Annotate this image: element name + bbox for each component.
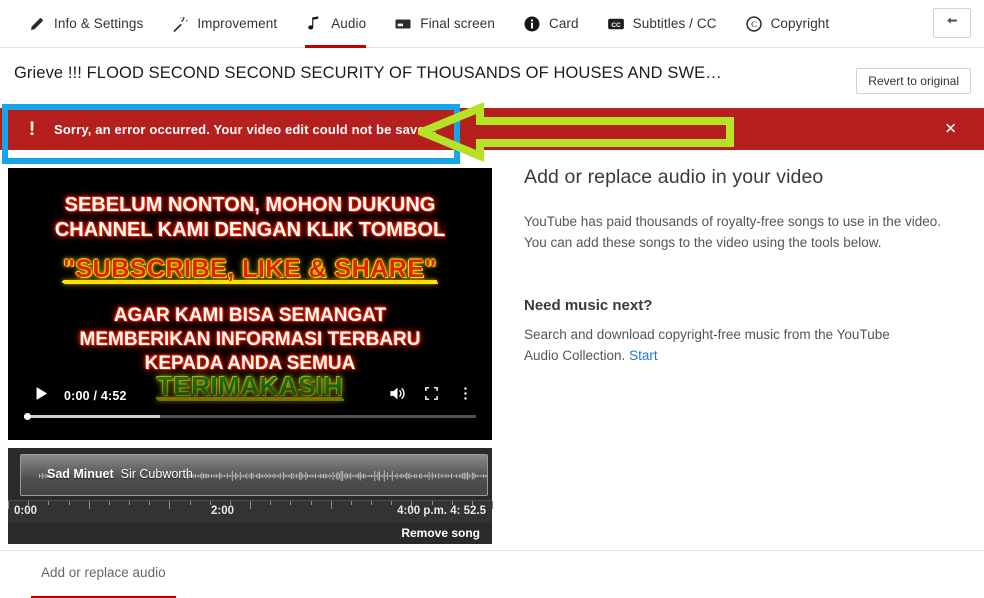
audio-actions-row: Remove song	[8, 522, 492, 544]
back-button[interactable]	[933, 8, 971, 38]
title-row: Grieve !!! FLOOD SECOND SECOND SECURITY …	[0, 48, 984, 106]
copyright-icon: C	[745, 15, 763, 33]
video-player[interactable]: SEBELUM NONTON, MOHON DUKUNG CHANNEL KAM…	[8, 168, 492, 440]
video-overlay-line3: AGAR KAMI BISA SEMANGAT	[113, 305, 387, 326]
audio-editor-page: Info & Settings Improvement Audio Final …	[0, 0, 984, 598]
player-controls: 0:00 / 4:52	[8, 372, 492, 440]
song-title: Sad Minuet	[47, 467, 114, 481]
progress-bar[interactable]	[24, 413, 476, 420]
tab-label: Info & Settings	[54, 16, 144, 31]
cc-icon: CC	[607, 15, 625, 33]
fullscreen-icon	[423, 385, 440, 407]
close-icon[interactable]: ✕	[944, 122, 957, 137]
video-overlay-line4: MEMBERIKAN INFORMASI TERBARU	[79, 329, 421, 350]
bottom-tab-add-replace-audio[interactable]: Add or replace audio	[31, 559, 176, 598]
tab-subtitles-cc[interactable]: CC Subtitles / CC	[593, 0, 731, 48]
bottom-tab-label: Add or replace audio	[41, 565, 166, 580]
tab-label: Subtitles / CC	[632, 16, 717, 31]
error-banner: ! Sorry, an error occurred. Your video e…	[0, 108, 984, 150]
tab-final-screen[interactable]: Final screen	[380, 0, 509, 48]
tab-label: Copyright	[770, 16, 830, 31]
music-note-icon	[305, 15, 323, 33]
svg-text:CC: CC	[611, 21, 621, 28]
tab-info-settings[interactable]: Info & Settings	[14, 0, 157, 48]
right-panel-paragraph2-text: Search and download copyright-free music…	[524, 327, 890, 363]
top-nav-bar: Info & Settings Improvement Audio Final …	[0, 0, 984, 48]
start-link[interactable]: Start	[629, 348, 658, 363]
tab-label: Final screen	[420, 16, 495, 31]
right-panel-paragraph: YouTube has paid thousands of royalty-fr…	[524, 214, 942, 250]
back-arrow-icon	[944, 12, 961, 34]
progress-loaded	[24, 415, 160, 418]
right-panel-paragraph2: Search and download copyright-free music…	[524, 324, 924, 366]
tab-improvement[interactable]: Improvement	[157, 0, 291, 48]
tab-label: Improvement	[197, 16, 278, 31]
final-screen-icon	[394, 15, 412, 33]
video-overlay-line1: SEBELUM NONTON, MOHON DUKUNG	[64, 194, 436, 216]
pencil-icon	[28, 15, 46, 33]
more-options-button[interactable]	[448, 380, 482, 412]
right-panel-subheading: Need music next?	[524, 297, 653, 314]
volume-icon	[388, 384, 407, 408]
right-info-panel: Add or replace audio in your video YouTu…	[524, 166, 964, 366]
tab-card[interactable]: Card	[509, 0, 593, 48]
volume-button[interactable]	[380, 380, 414, 412]
ruler-label-end: 4:00 p.m. 4: 52.5	[397, 505, 486, 517]
tab-audio[interactable]: Audio	[291, 0, 380, 48]
nav-tab-list: Info & Settings Improvement Audio Final …	[0, 0, 843, 48]
bottom-tab-bar: Add or replace audio	[0, 550, 984, 598]
song-artist: Sir Cubworth	[120, 467, 193, 481]
tab-label: Audio	[331, 16, 367, 31]
exclamation-icon: !	[28, 118, 36, 140]
error-message: Sorry, an error occurred. Your video edi…	[54, 121, 437, 137]
remove-song-button[interactable]: Remove song	[401, 526, 480, 540]
audio-track-panel: Sad Minuet Sir Cubworth 0:00 2:00 4:00 p…	[8, 448, 493, 544]
fullscreen-button[interactable]	[414, 380, 448, 412]
video-overlay-line2: CHANNEL KAMI DENGAN KLIK TOMBOL	[54, 219, 446, 241]
right-panel-heading: Add or replace audio in your video	[524, 166, 824, 188]
play-button[interactable]	[24, 380, 58, 412]
audio-timeline-ruler[interactable]: 0:00 2:00 4:00 p.m. 4: 52.5	[8, 500, 493, 522]
magic-wand-icon	[171, 15, 189, 33]
page-title: Grieve !!! FLOOD SECOND SECOND SECURITY …	[14, 64, 722, 82]
ruler-label-start: 0:00	[14, 505, 38, 517]
more-vertical-icon	[457, 385, 474, 407]
tab-copyright[interactable]: C Copyright	[731, 0, 844, 48]
revert-to-original-button[interactable]: Revert to original	[856, 68, 971, 94]
audio-clip[interactable]: Sad Minuet Sir Cubworth	[20, 454, 488, 496]
progress-knob[interactable]	[24, 413, 31, 420]
info-circle-icon	[523, 15, 541, 33]
tab-label: Card	[548, 16, 579, 31]
video-overlay-subscribe: "SUBSCRIBE, LIKE & SHARE"	[63, 255, 437, 283]
time-display: 0:00 / 4:52	[64, 389, 127, 403]
play-icon	[33, 385, 50, 407]
ruler-label-mid: 2:00	[211, 505, 235, 517]
svg-text:C: C	[751, 19, 757, 29]
audio-clip-label: Sad Minuet Sir Cubworth	[47, 467, 193, 481]
